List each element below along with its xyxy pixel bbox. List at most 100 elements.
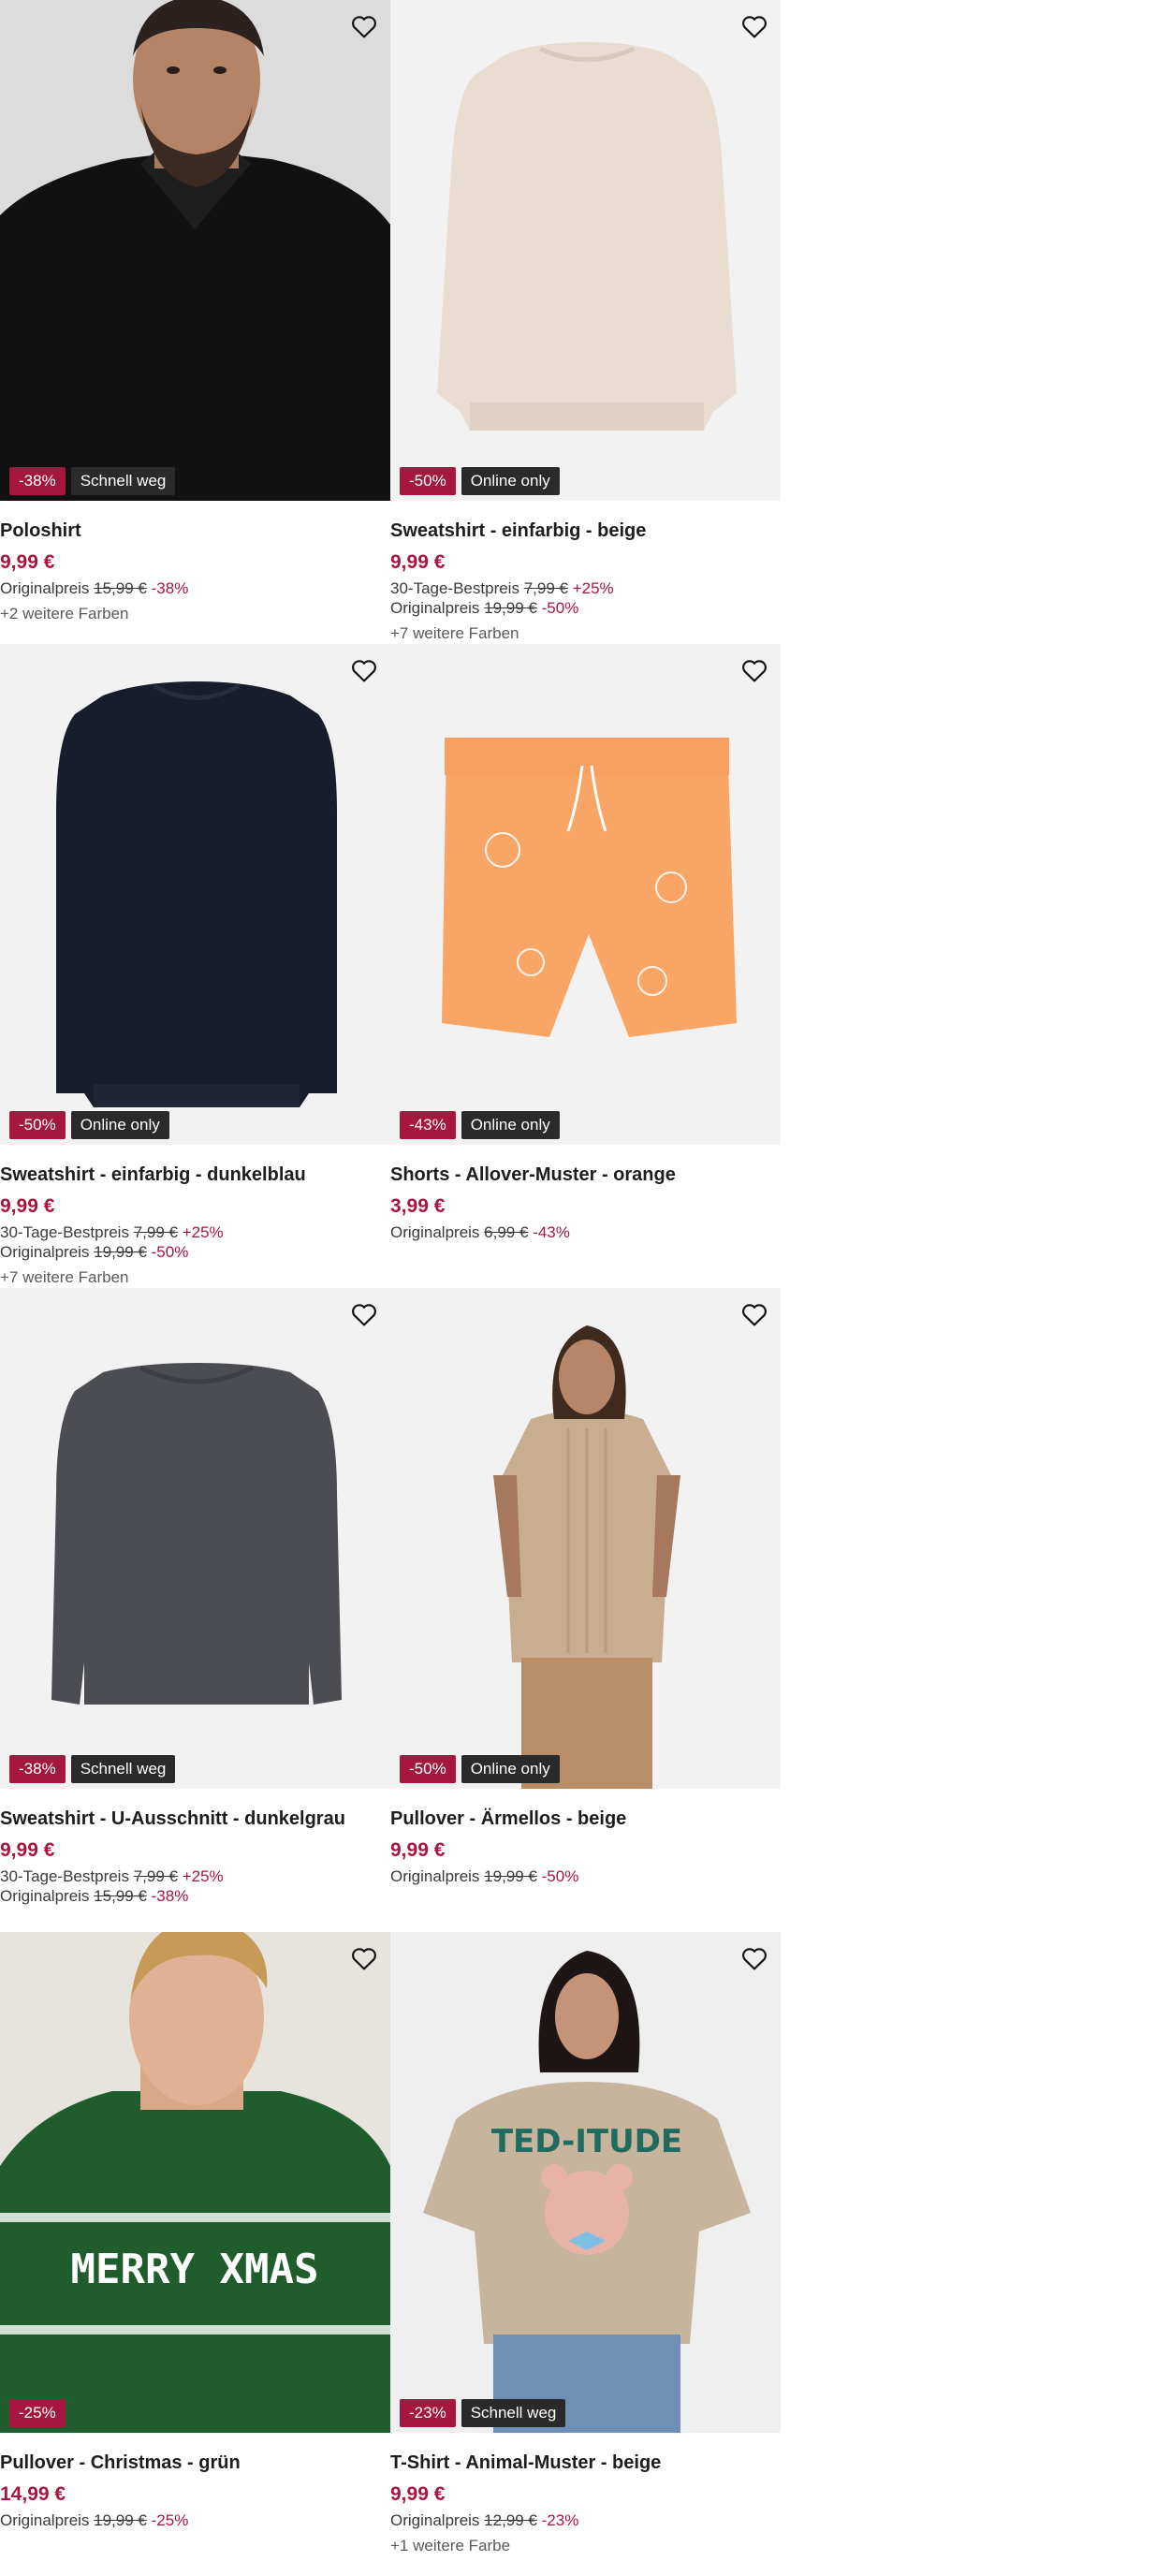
- badge-group: -50% Online only: [400, 467, 560, 495]
- heart-outline-icon[interactable]: [738, 9, 771, 43]
- status-badge: Online only: [461, 1755, 560, 1783]
- best-price-old: 7,99 €: [523, 579, 568, 597]
- badge-group: -50% Online only: [9, 1111, 169, 1139]
- more-colors-link[interactable]: +2 weitere Farben: [0, 604, 390, 623]
- product-title[interactable]: Shorts - Allover-Muster - orange: [390, 1163, 781, 1187]
- original-price-percent: -50%: [541, 599, 579, 617]
- heart-outline-icon[interactable]: [347, 653, 381, 687]
- original-price-line: Originalpreis 19,99 € -50%: [0, 1242, 390, 1262]
- more-colors-link[interactable]: +7 weitere Farben: [0, 1267, 390, 1287]
- product-price: 14,99 €: [0, 2483, 66, 2505]
- svg-text:TED-ITUDE: TED-ITUDE: [491, 2123, 682, 2160]
- original-price-line: Originalpreis 19,99 € -50%: [390, 598, 781, 618]
- discount-badge: -25%: [9, 2399, 66, 2427]
- original-price-line: Originalpreis 6,99 € -43%: [390, 1222, 781, 1242]
- product-info: T-Shirt - Animal-Muster - beige 9,99 € O…: [390, 2433, 781, 2555]
- more-colors-link[interactable]: +7 weitere Farben: [390, 623, 781, 643]
- product-title[interactable]: Poloshirt: [0, 519, 390, 543]
- original-price-line: Originalpreis 15,99 € -38%: [0, 1886, 390, 1906]
- product-title[interactable]: Sweatshirt - einfarbig - dunkelblau: [0, 1163, 390, 1187]
- original-price-label: Originalpreis: [0, 1243, 90, 1261]
- status-badge: Schnell weg: [70, 467, 176, 495]
- product-price: 9,99 €: [390, 2483, 446, 2505]
- badge-group: -38% Schnell weg: [9, 467, 176, 495]
- product-image[interactable]: -50% Online only: [390, 1288, 781, 1789]
- heart-outline-icon[interactable]: [347, 1297, 381, 1331]
- product-photo: MERRY XMAS: [0, 1932, 390, 2433]
- product-price: 9,99 €: [0, 1839, 55, 1861]
- product-photo: [0, 0, 390, 501]
- product-title[interactable]: Pullover - Ärmellos - beige: [390, 1807, 781, 1831]
- heart-outline-icon[interactable]: [738, 653, 771, 687]
- product-photo: TED-ITUDE: [390, 1932, 781, 2433]
- status-badge: Online only: [70, 1111, 169, 1139]
- product-price: 3,99 €: [390, 1195, 446, 1217]
- product-title[interactable]: Sweatshirt - U-Ausschnitt - dunkelgrau: [0, 1807, 390, 1831]
- original-price-percent: -38%: [151, 579, 189, 597]
- product-card[interactable]: MERRY XMAS -25% Pullover - Christmas - g…: [0, 1932, 390, 2576]
- original-price-label: Originalpreis: [390, 2511, 480, 2529]
- product-card[interactable]: TED-ITUDE -23% Schnell weg T-Shirt - Anim…: [390, 1932, 781, 2576]
- product-title[interactable]: Pullover - Christmas - grün: [0, 2451, 390, 2475]
- original-price-label: Originalpreis: [0, 2511, 90, 2529]
- heart-outline-icon[interactable]: [738, 1297, 771, 1331]
- product-title[interactable]: Sweatshirt - einfarbig - beige: [390, 519, 781, 543]
- original-price-percent: -38%: [151, 1887, 189, 1905]
- heart-outline-icon[interactable]: [347, 1941, 381, 1975]
- product-image[interactable]: -43% Online only: [390, 644, 781, 1145]
- original-price-old: 19,99 €: [94, 1243, 147, 1261]
- status-badge: Schnell weg: [461, 2399, 566, 2427]
- best-price-old: 7,99 €: [133, 1223, 178, 1241]
- original-price-label: Originalpreis: [0, 579, 90, 597]
- product-photo: [442, 738, 737, 1037]
- product-title[interactable]: T-Shirt - Animal-Muster - beige: [390, 2451, 781, 2475]
- product-card[interactable]: -43% Online only Shorts - Allover-Muster …: [390, 644, 781, 1288]
- badge-group: -43% Online only: [400, 1111, 560, 1139]
- original-price-label: Originalpreis: [390, 1867, 480, 1885]
- best-price-old: 7,99 €: [133, 1867, 178, 1885]
- badge-group: -23% Schnell weg: [400, 2399, 566, 2427]
- discount-badge: -50%: [400, 1755, 456, 1783]
- best-price-line: 30-Tage-Bestpreis 7,99 € +25%: [0, 1866, 390, 1886]
- product-image[interactable]: TED-ITUDE -23% Schnell weg: [390, 1932, 781, 2433]
- discount-badge: -50%: [9, 1111, 66, 1139]
- badge-group: -25%: [9, 2399, 66, 2427]
- original-price-old: 12,99 €: [484, 2511, 537, 2529]
- svg-text:MERRY XMAS: MERRY XMAS: [71, 2246, 319, 2293]
- product-price: 9,99 €: [390, 551, 446, 573]
- original-price-label: Originalpreis: [390, 599, 480, 617]
- best-price-label: 30-Tage-Bestpreis: [0, 1223, 129, 1241]
- heart-outline-icon[interactable]: [347, 9, 381, 43]
- original-price-line: Originalpreis 19,99 € -50%: [390, 1866, 781, 1886]
- product-image[interactable]: -50% Online only: [390, 0, 781, 501]
- product-price: 9,99 €: [390, 1839, 446, 1861]
- original-price-line: Originalpreis 15,99 € -38%: [0, 578, 390, 598]
- original-price-line: Originalpreis 12,99 € -23%: [390, 2510, 781, 2530]
- original-price-percent: -25%: [151, 2511, 189, 2529]
- product-card[interactable]: -38% Schnell weg Poloshirt 9,99 € Origina…: [0, 0, 390, 644]
- original-price-old: 15,99 €: [94, 1887, 147, 1905]
- best-price-line: 30-Tage-Bestpreis 7,99 € +25%: [0, 1222, 390, 1242]
- more-colors-link[interactable]: +1 weitere Farbe: [390, 2536, 781, 2555]
- product-grid: -38% Schnell weg Poloshirt 9,99 € Origina…: [0, 0, 781, 2576]
- discount-badge: -50%: [400, 467, 456, 495]
- status-badge: Online only: [461, 1111, 560, 1139]
- product-card[interactable]: -50% Online only Sweatshirt - einfarbig -…: [0, 644, 390, 1288]
- product-card[interactable]: -50% Online only Sweatshirt - einfarbig -…: [390, 0, 781, 644]
- heart-outline-icon[interactable]: [738, 1941, 771, 1975]
- original-price-label: Originalpreis: [0, 1887, 90, 1905]
- product-card[interactable]: -38% Schnell weg Sweatshirt - U-Ausschnit…: [0, 1288, 390, 1932]
- product-image[interactable]: -38% Schnell weg: [0, 1288, 390, 1789]
- product-image[interactable]: -38% Schnell weg: [0, 0, 390, 501]
- product-card[interactable]: -50% Online only Pullover - Ärmellos - be…: [390, 1288, 781, 1932]
- product-image[interactable]: MERRY XMAS -25%: [0, 1932, 390, 2433]
- product-info: Pullover - Ärmellos - beige 9,99 € Origi…: [390, 1789, 781, 1886]
- best-price-label: 30-Tage-Bestpreis: [0, 1867, 129, 1885]
- product-photo: [437, 42, 737, 431]
- product-info: Poloshirt 9,99 € Originalpreis 15,99 € -…: [0, 501, 390, 623]
- product-info: Sweatshirt - einfarbig - dunkelblau 9,99…: [0, 1145, 390, 1287]
- product-image[interactable]: -50% Online only: [0, 644, 390, 1145]
- status-badge: Schnell weg: [70, 1755, 176, 1783]
- original-price-old: 19,99 €: [484, 1867, 537, 1885]
- product-info: Sweatshirt - einfarbig - beige 9,99 € 30…: [390, 501, 781, 643]
